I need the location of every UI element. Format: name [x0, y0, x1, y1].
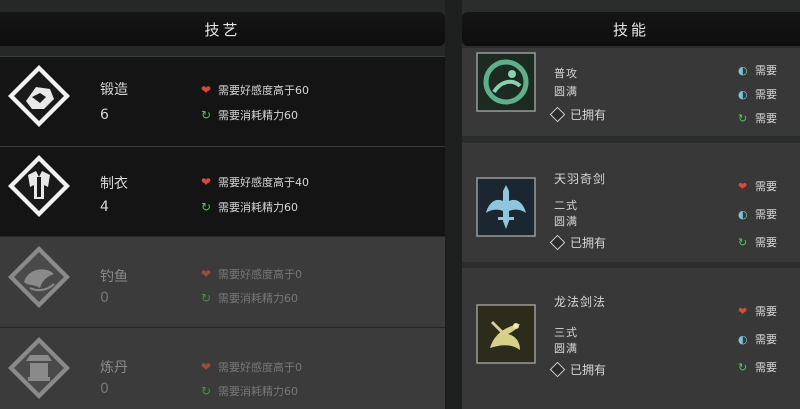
heart-icon: ❤	[200, 267, 212, 281]
skills-header: 技能	[462, 12, 800, 46]
skill-row-longfa-sword[interactable]: 龙法剑法 三式 圆满 已拥有 ❤ 需要 ◐ 需要 ↻ 需要	[462, 268, 800, 409]
owned-badge: 已拥有	[549, 106, 606, 123]
energy-requirement: ↻ 需要消耗精力60	[198, 383, 298, 399]
heart-icon: ❤	[200, 175, 212, 189]
owned-badge: 已拥有	[549, 361, 606, 378]
heart-icon: ❤	[738, 179, 748, 193]
skill-requirements: ❤ 需要 ◐ 需要 ↻ 需要	[738, 304, 777, 375]
skill-tier: 三式	[554, 326, 578, 339]
skill-status: 圆满	[554, 215, 578, 228]
diamond-icon	[549, 234, 566, 251]
alchemy-icon	[6, 335, 72, 401]
heart-icon: ❤	[200, 83, 212, 97]
energy-swirl-icon: ↻	[738, 235, 748, 249]
energy-requirement: ↻ 需要消耗精力60	[198, 290, 298, 306]
favor-requirement: ❤ 需要好感度高于0	[198, 359, 302, 375]
energy-requirement: ↻ 需要消耗精力60	[198, 199, 298, 215]
craft-level: 0	[100, 381, 109, 397]
craft-row-tailoring[interactable]: 制衣 4 ❤ 需要好感度高于40 ↻ 需要消耗精力60	[0, 146, 445, 236]
craft-row-fishing[interactable]: 钓鱼 0 ❤ 需要好感度高于0 ↻ 需要消耗精力60	[0, 237, 445, 327]
dragon-sword-icon	[476, 304, 536, 364]
craft-row-forging[interactable]: 锻造 6 ❤ 需要好感度高于60 ↻ 需要消耗精力60	[0, 56, 445, 146]
water-drop-icon: ◐	[738, 87, 748, 101]
heart-icon: ❤	[200, 360, 212, 374]
crafts-title: 技艺	[204, 20, 241, 39]
heart-icon: ❤	[738, 304, 748, 318]
favor-requirement: ❤ 需要好感度高于60	[198, 82, 309, 98]
dragon-claw-icon	[476, 52, 536, 112]
skill-name: 天羽奇剑	[554, 172, 607, 186]
skill-tier: 二式	[554, 199, 578, 212]
energy-swirl-icon: ↻	[738, 360, 748, 374]
craft-level: 6	[100, 107, 109, 123]
craft-level: 0	[100, 290, 109, 306]
forge-icon	[6, 63, 72, 129]
crafts-panel: 技艺 锻造 6 ❤ 需要好感度高于60 ↻ 需要消耗精力60 制衣 4 ❤ 需要…	[0, 0, 445, 409]
craft-level: 4	[100, 199, 109, 215]
winged-sword-icon	[476, 177, 536, 237]
water-drop-icon: ◐	[738, 207, 748, 221]
skills-panel: 技能 普攻 圆满 已拥有 ◐ 需要 ◐ 需要 ↻ 需要 天羽奇剑 二式 圆满 已…	[462, 0, 800, 409]
craft-row-alchemy[interactable]: 炼丹 0 ❤ 需要好感度高于0 ↻ 需要消耗精力60	[0, 328, 445, 409]
water-drop-icon: ◐	[738, 332, 748, 346]
craft-name: 锻造	[100, 82, 128, 98]
diamond-icon	[549, 361, 566, 378]
tailoring-icon	[6, 153, 72, 219]
energy-swirl-icon: ↻	[200, 108, 212, 122]
skill-row-basic-attack[interactable]: 普攻 圆满 已拥有 ◐ 需要 ◐ 需要 ↻ 需要	[462, 48, 800, 136]
energy-swirl-icon: ↻	[200, 291, 212, 305]
craft-name: 炼丹	[100, 360, 128, 376]
craft-name: 钓鱼	[100, 269, 128, 285]
energy-requirement: ↻ 需要消耗精力60	[198, 107, 298, 123]
favor-requirement: ❤ 需要好感度高于0	[198, 266, 302, 282]
fishing-icon	[6, 244, 72, 310]
skill-requirements: ❤ 需要 ◐ 需要 ↻ 需要	[738, 179, 777, 250]
skill-tier: 普攻	[554, 67, 578, 80]
skill-name: 龙法剑法	[554, 295, 607, 309]
skill-status: 圆满	[554, 342, 578, 355]
craft-name: 制衣	[100, 176, 128, 192]
skill-row-tianyu-sword[interactable]: 天羽奇剑 二式 圆满 已拥有 ❤ 需要 ◐ 需要 ↻ 需要	[462, 143, 800, 262]
owned-badge: 已拥有	[549, 234, 606, 251]
crafts-header: 技艺	[0, 12, 445, 46]
diamond-icon	[549, 106, 566, 123]
skill-status: 圆满	[554, 85, 578, 98]
energy-swirl-icon: ↻	[200, 384, 212, 398]
skills-title: 技能	[612, 20, 649, 39]
energy-swirl-icon: ↻	[738, 111, 748, 125]
energy-swirl-icon: ↻	[200, 200, 212, 214]
favor-requirement: ❤ 需要好感度高于40	[198, 174, 309, 190]
skill-requirements: ◐ 需要 ◐ 需要 ↻ 需要	[738, 63, 777, 126]
water-drop-icon: ◐	[738, 63, 748, 77]
